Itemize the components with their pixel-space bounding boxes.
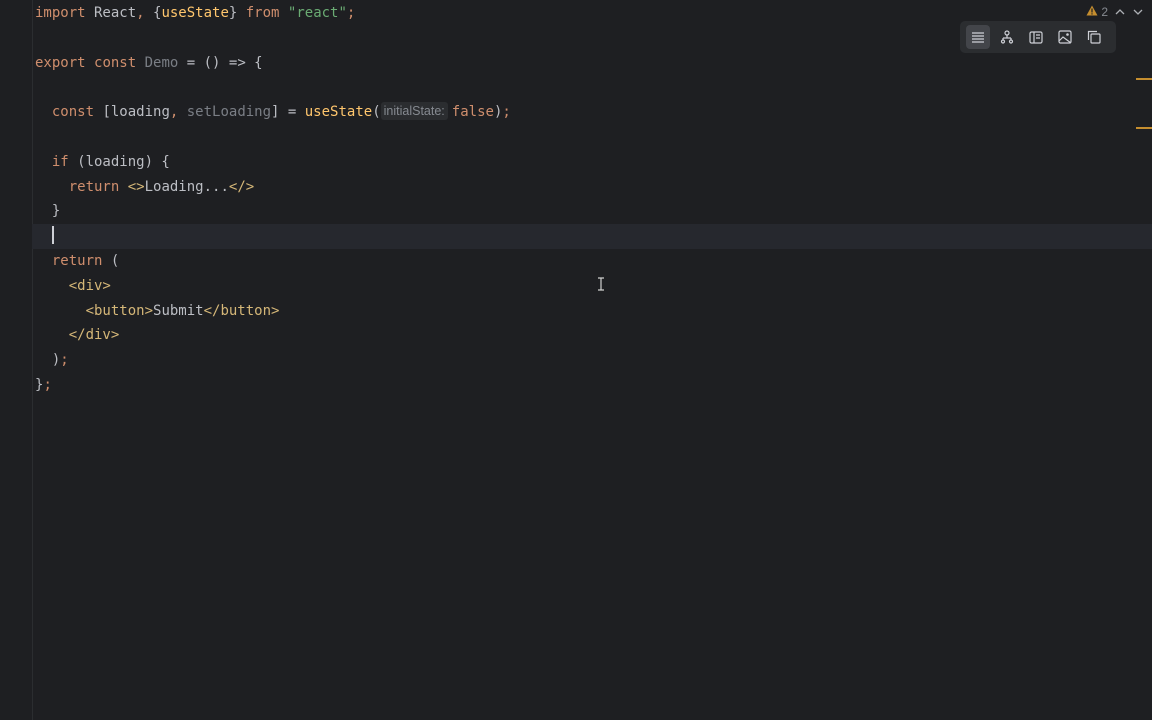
text-caret: [52, 226, 54, 244]
code-token: ;: [346, 5, 356, 21]
structure-button[interactable]: [995, 25, 1019, 49]
code-token: if: [51, 153, 69, 170]
inspection-widget[interactable]: 2: [1086, 5, 1144, 19]
code-line[interactable]: );: [35, 348, 1152, 373]
code-token: (: [372, 104, 381, 121]
scrollbar-warning-marker[interactable]: [1136, 127, 1152, 129]
code-token: useState: [304, 104, 373, 121]
code-area[interactable]: import React, {useState} from "react";​e…: [32, 1, 1152, 398]
code-editor[interactable]: import React, {useState} from "react";​e…: [0, 0, 1152, 720]
code-token: <div>: [68, 277, 111, 294]
mouse-ibeam-cursor-icon: [597, 277, 605, 291]
chevron-down-icon: [1133, 9, 1143, 15]
code-token: useState: [161, 5, 229, 21]
warning-triangle-icon: [1086, 5, 1098, 19]
image-preview-icon: [1058, 30, 1072, 44]
code-line[interactable]: </div>: [35, 323, 1152, 348]
code-token: from: [245, 5, 280, 21]
chevron-up-icon: [1115, 9, 1125, 15]
code-token: (: [102, 252, 120, 269]
code-token: </>: [228, 178, 255, 195]
editor-gutter[interactable]: [0, 0, 33, 720]
code-token: = () => {: [178, 54, 263, 71]
code-token: (loading) {: [68, 153, 170, 170]
code-token: ;: [502, 104, 511, 121]
code-line[interactable]: const [loading, setLoading] = useState(i…: [35, 100, 1152, 125]
preview-panel-button[interactable]: [1024, 25, 1048, 49]
code-token: <button>: [85, 302, 154, 319]
code-token: ;: [60, 352, 69, 369]
next-highlight-button[interactable]: [1132, 5, 1144, 19]
code-token: React: [85, 5, 137, 21]
code-line[interactable]: return (: [35, 249, 1152, 274]
code-line[interactable]: if (loading) {: [35, 150, 1152, 175]
code-line[interactable]: };: [35, 373, 1152, 398]
code-token: return: [51, 252, 103, 269]
reader-mode-button[interactable]: [966, 25, 990, 49]
code-line[interactable]: return <>Loading...</>: [35, 175, 1152, 200]
code-token: ;: [43, 376, 52, 393]
current-code-line[interactable]: ​: [32, 224, 1152, 249]
code-token: <>: [127, 178, 145, 195]
copy-window-button[interactable]: [1082, 25, 1106, 49]
code-token: </button>: [203, 302, 280, 319]
code-token: Loading...: [144, 178, 229, 195]
editor-floating-toolbar: [960, 21, 1116, 53]
parameter-hint: initialState:: [380, 102, 448, 121]
code-token: return: [68, 178, 120, 195]
reader-mode-icon: [972, 32, 984, 43]
code-token: const: [51, 104, 95, 121]
code-token: export: [35, 54, 86, 71]
code-token: setLoading: [178, 104, 272, 121]
code-token: ] =: [271, 104, 305, 121]
image-preview-button[interactable]: [1053, 25, 1077, 49]
code-token: [loading: [94, 104, 170, 121]
code-token: false: [451, 104, 494, 121]
code-token: import: [35, 5, 86, 21]
code-token: {: [144, 5, 162, 21]
code-token: </div>: [68, 327, 120, 344]
code-line[interactable]: }: [35, 199, 1152, 224]
code-line[interactable]: <div>: [35, 274, 1152, 299]
structure-icon: [1000, 30, 1014, 44]
code-token: const: [94, 54, 137, 71]
copy-window-icon: [1087, 30, 1101, 44]
code-token: Submit: [153, 302, 204, 319]
code-token: "react": [287, 5, 347, 21]
code-token: ,: [136, 5, 145, 21]
code-token: }: [228, 5, 246, 21]
previous-highlight-button[interactable]: [1114, 5, 1126, 19]
warning-count[interactable]: 2: [1101, 5, 1108, 19]
scrollbar-warning-marker[interactable]: [1136, 78, 1152, 80]
code-line[interactable]: export const Demo = () => {: [35, 51, 1152, 76]
code-line[interactable]: <button>Submit</button>: [35, 299, 1152, 324]
code-token: Demo: [144, 54, 179, 71]
code-line[interactable]: ​: [35, 125, 1152, 150]
preview-panel-icon: [1029, 30, 1043, 44]
code-token: }: [35, 203, 61, 220]
code-token: ): [35, 352, 61, 369]
code-line[interactable]: ​: [35, 75, 1152, 100]
